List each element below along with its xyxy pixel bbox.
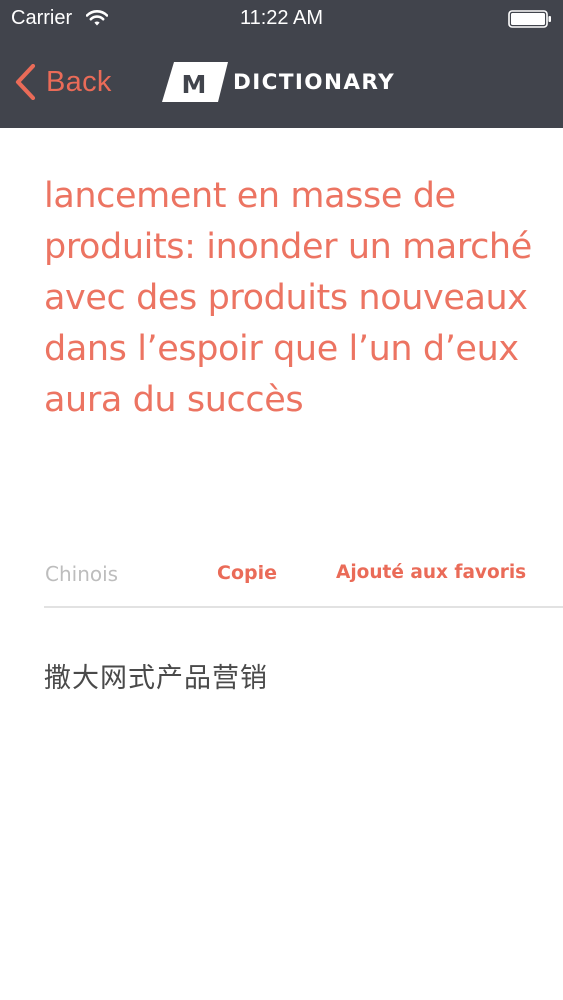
copy-button[interactable]: Copie bbox=[217, 562, 277, 584]
definition-text: lancement en masse de produits: inonder … bbox=[44, 176, 532, 420]
entry-actions: Chinois Copie Ajouté aux favoris bbox=[0, 555, 563, 595]
status-bar: Carrier 11:22 AM bbox=[0, 0, 563, 40]
app-brand: M DICTIONARY bbox=[162, 62, 395, 102]
favorite-button[interactable]: Ajouté aux favoris bbox=[336, 562, 526, 583]
logo-letter: M bbox=[182, 70, 207, 99]
m-logo-icon: M bbox=[162, 62, 228, 102]
navigation-bar: Carrier 11:22 AM Back M DICTIONARY bbox=[0, 0, 563, 128]
app-title: DICTIONARY bbox=[233, 69, 396, 95]
back-label: Back bbox=[46, 65, 112, 98]
chevron-left-icon bbox=[14, 63, 36, 101]
back-button[interactable]: Back bbox=[14, 63, 112, 101]
battery-icon bbox=[508, 10, 552, 28]
divider bbox=[44, 606, 563, 608]
clock: 11:22 AM bbox=[239, 7, 324, 29]
language-label: Chinois bbox=[45, 562, 119, 586]
translation-text: 撒大网式产品营销 bbox=[44, 663, 268, 694]
